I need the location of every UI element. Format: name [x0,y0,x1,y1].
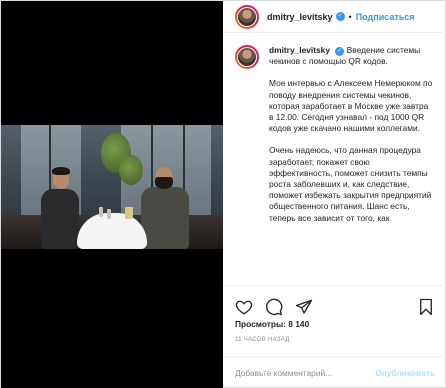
follow-button[interactable]: Подписаться [356,12,415,22]
username-link[interactable]: dmitry_levitsky [267,12,333,22]
caption-text: dmitry_levitsky ✓ Введение системы чекин… [269,45,435,235]
action-bar [223,285,446,321]
comment-icon[interactable] [263,296,285,318]
post-header: dmitry_levitsky ✓ • Подписаться [223,1,446,33]
caption-paragraph: Очень надеюсь, что данная процедура зара… [269,145,432,223]
post-timestamp[interactable]: 11 часов назад [235,337,290,343]
publish-button[interactable]: Опубликовать [375,368,435,378]
verified-badge-icon: ✓ [335,47,345,56]
comments-section: dmitry_levitsky ✓ Введение системы чекин… [223,33,446,285]
bookmark-icon[interactable] [415,296,437,318]
verified-badge-icon: ✓ [335,12,345,21]
add-comment-bar: Опубликовать [223,356,446,388]
post-video[interactable] [1,1,223,388]
video-frame [1,125,223,249]
comment-input[interactable] [235,368,376,378]
views-count[interactable]: Просмотры: 8 140 [235,319,309,329]
caption-avatar[interactable] [235,45,259,69]
caption-username[interactable]: dmitry_levitsky [269,45,330,55]
post-modal: dmitry_levitsky ✓ • Подписаться dmitry_l… [0,0,446,388]
share-icon[interactable] [293,296,315,318]
separator-dot: • [348,11,352,22]
avatar[interactable] [235,4,259,29]
caption-paragraph: Мое интервью с Алексеем Немерюком по пов… [269,78,433,134]
caption: dmitry_levitsky ✓ Введение системы чекин… [235,45,435,235]
heart-icon[interactable] [233,296,255,318]
